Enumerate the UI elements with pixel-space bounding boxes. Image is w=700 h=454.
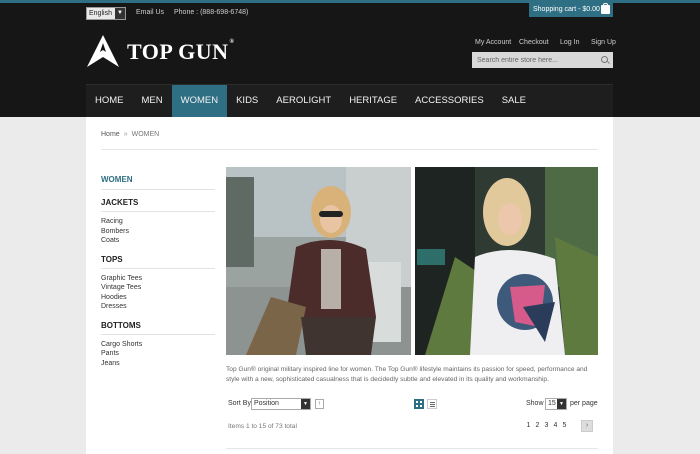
login-link[interactable]: Log In bbox=[560, 39, 579, 46]
nav-women[interactable]: WOMEN bbox=[171, 85, 228, 117]
search-icon[interactable] bbox=[601, 56, 608, 63]
main-content: Home» WOMEN WOMEN JACKETS Racing Bombers … bbox=[86, 117, 613, 454]
search-box bbox=[472, 52, 613, 68]
nav-accessories[interactable]: ACCESSORIES bbox=[406, 85, 493, 117]
registered-mark: ® bbox=[229, 39, 235, 45]
sidebar-item-vintage-tees[interactable]: Vintage Tees bbox=[101, 283, 215, 293]
nav-kids[interactable]: KIDS bbox=[227, 85, 267, 117]
phone-number: Phone : (888-698-6748) bbox=[174, 9, 249, 16]
per-page-value: 15 bbox=[548, 400, 556, 407]
next-page-icon[interactable]: › bbox=[581, 420, 593, 432]
per-page-label: per page bbox=[570, 400, 598, 407]
top-gun-logo-icon[interactable] bbox=[86, 34, 120, 68]
sidebar-item-dresses[interactable]: Dresses bbox=[101, 302, 215, 312]
page-2[interactable]: 2 bbox=[535, 422, 540, 429]
language-value: English bbox=[89, 10, 112, 17]
category-sidebar: WOMEN JACKETS Racing Bombers Coats TOPS … bbox=[101, 175, 215, 368]
product-toolbar: Sort By Position ▼ ↑ Show 15 ▼ per page bbox=[226, 398, 598, 412]
brand-logo[interactable]: TOP GUN® bbox=[127, 39, 235, 65]
sidebar-item-pants[interactable]: Pants bbox=[101, 349, 215, 359]
breadcrumb: Home» WOMEN bbox=[101, 131, 159, 138]
sidebar-item-jeans[interactable]: Jeans bbox=[101, 359, 215, 369]
sidebar-item-graphic-tees[interactable]: Graphic Tees bbox=[101, 274, 215, 284]
sidebar-item-hoodies[interactable]: Hoodies bbox=[101, 293, 215, 303]
sort-value: Position bbox=[254, 400, 279, 407]
breadcrumb-separator: » bbox=[123, 131, 128, 138]
pagination: 1 2 3 4 5 bbox=[526, 422, 567, 429]
sidebar-item-cargo-shorts[interactable]: Cargo Shorts bbox=[101, 340, 215, 350]
items-count: Items 1 to 15 of 73 total bbox=[228, 423, 297, 430]
hero-photo-right bbox=[415, 167, 598, 355]
shopping-bag-icon bbox=[601, 3, 610, 14]
show-label: Show bbox=[526, 400, 544, 407]
sidebar-group-jackets: JACKETS bbox=[101, 198, 215, 212]
breadcrumb-home[interactable]: Home bbox=[101, 131, 120, 138]
nav-aerolight[interactable]: AEROLIGHT bbox=[267, 85, 340, 117]
page-4[interactable]: 4 bbox=[553, 422, 558, 429]
grid-view-icon[interactable] bbox=[414, 399, 424, 409]
list-view-icon[interactable] bbox=[427, 399, 437, 409]
signup-link[interactable]: Sign Up bbox=[591, 39, 616, 46]
sidebar-group-tops: TOPS bbox=[101, 255, 215, 269]
nav-sale[interactable]: SALE bbox=[493, 85, 535, 117]
my-account-link[interactable]: My Account bbox=[475, 39, 511, 46]
sort-select[interactable]: Position ▼ bbox=[251, 398, 311, 410]
page-5[interactable]: 5 bbox=[562, 422, 567, 429]
divider bbox=[226, 448, 598, 449]
search-input[interactable] bbox=[472, 52, 594, 68]
sidebar-item-coats[interactable]: Coats bbox=[101, 236, 215, 246]
category-description: Top Gun® original military inspired line… bbox=[226, 366, 588, 383]
main-navigation: HOME MEN WOMEN KIDS AEROLIGHT HERITAGE A… bbox=[86, 84, 613, 117]
chevron-down-icon: ▼ bbox=[557, 399, 566, 409]
breadcrumb-current: WOMEN bbox=[131, 131, 160, 138]
hero-photo-left bbox=[226, 167, 411, 355]
divider bbox=[101, 149, 598, 150]
nav-heritage[interactable]: HERITAGE bbox=[340, 85, 406, 117]
sort-direction-arrow-icon[interactable]: ↑ bbox=[315, 399, 324, 409]
checkout-link[interactable]: Checkout bbox=[519, 39, 549, 46]
language-select[interactable]: English ▼ bbox=[86, 7, 126, 20]
cart-label: Shopping cart - $0.00 bbox=[533, 6, 600, 13]
page-3[interactable]: 3 bbox=[544, 422, 549, 429]
chevron-down-icon: ▼ bbox=[115, 8, 125, 19]
nav-men[interactable]: MEN bbox=[133, 85, 172, 117]
email-us-link[interactable]: Email Us bbox=[136, 9, 164, 16]
sidebar-item-racing[interactable]: Racing bbox=[101, 217, 215, 227]
brand-name: TOP GUN bbox=[127, 39, 229, 64]
page-1[interactable]: 1 bbox=[526, 422, 531, 429]
per-page-select[interactable]: 15 ▼ bbox=[545, 398, 567, 410]
shopping-cart-button[interactable]: Shopping cart - $0.00 bbox=[529, 3, 613, 17]
sort-label: Sort By bbox=[228, 400, 251, 407]
sidebar-group-bottoms: BOTTOMS bbox=[101, 321, 215, 335]
sidebar-item-bombers[interactable]: Bombers bbox=[101, 227, 215, 237]
chevron-down-icon: ▼ bbox=[301, 399, 310, 409]
nav-home[interactable]: HOME bbox=[86, 85, 133, 117]
sidebar-heading: WOMEN bbox=[101, 175, 215, 190]
